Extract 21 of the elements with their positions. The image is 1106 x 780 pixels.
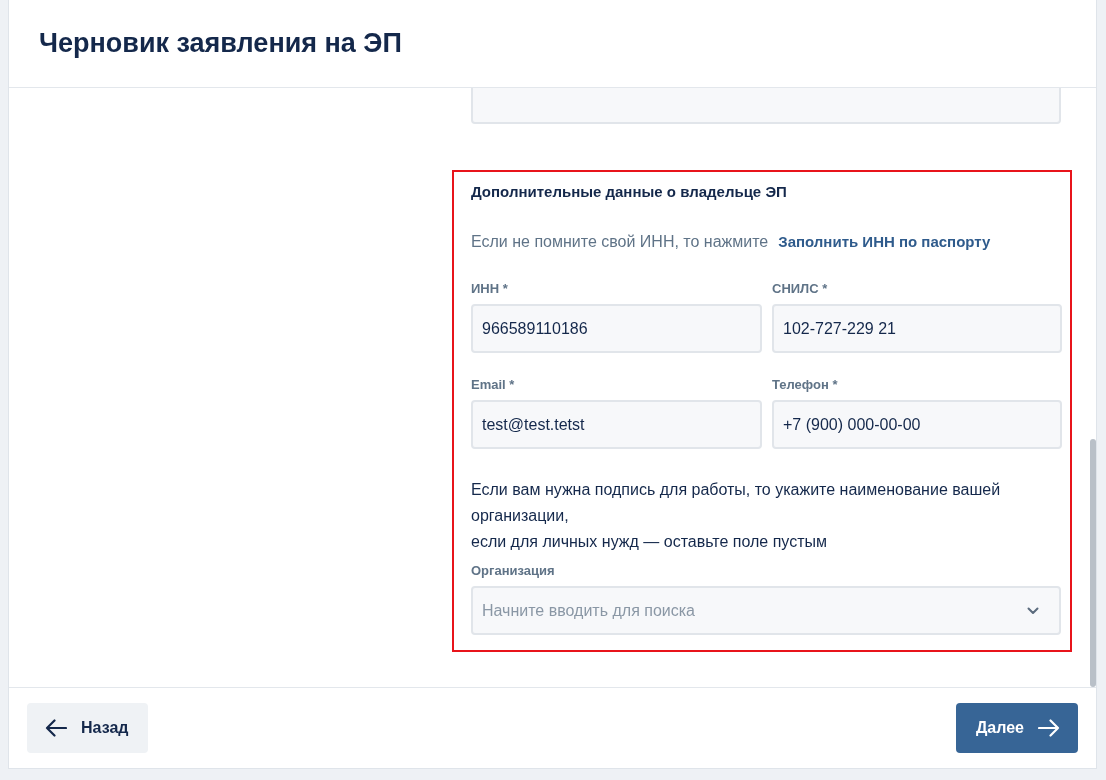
organization-select[interactable]: Начните вводить для поиска <box>471 586 1061 635</box>
input-field[interactable]: 966589110186 <box>471 304 762 353</box>
arrow-left-icon <box>45 719 67 737</box>
section-title: Дополнительные данные о владельце ЭП <box>471 183 788 200</box>
fill-inn-link[interactable]: Заполнить ИНН по паспорту <box>778 233 991 250</box>
input-field[interactable]: test@test.tetst <box>471 400 762 449</box>
chevron-down-icon <box>1027 607 1039 615</box>
back-button[interactable]: Назад <box>27 703 149 753</box>
window-title: Черновик заявления на ЭП <box>39 28 402 59</box>
field-label: Организация <box>471 563 556 578</box>
arrow-right-icon <box>1038 719 1060 737</box>
hint-text: Если не помните свой ИНН, то нажмите <box>471 233 769 251</box>
note-text: Если вам нужна подпись для работы, то укажите наименование вашей организации, если для личных нужд — оставьте поле пустым <box>471 480 1002 552</box>
field-label: СНИЛС * <box>772 281 829 296</box>
field-label: ИНН * <box>471 281 509 296</box>
scrollbar-thumb[interactable] <box>1090 439 1096 687</box>
input-field[interactable]: +7 (900) 000-00-00 <box>772 400 1062 449</box>
field-label: Телефон * <box>772 377 839 392</box>
input-field[interactable]: 102-727-229 21 <box>772 304 1062 353</box>
field-label: Email * <box>471 377 516 392</box>
next-button[interactable]: Далее <box>955 703 1078 753</box>
